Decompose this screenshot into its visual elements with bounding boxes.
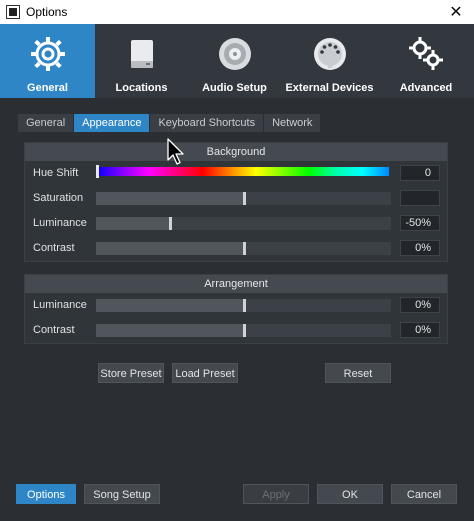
background-panel: Background Hue Shift 0 Saturation Lumina… <box>24 142 448 262</box>
nav-external-devices-label: External Devices <box>285 82 374 94</box>
gear-icon <box>28 34 68 74</box>
saturation-value[interactable] <box>400 190 440 206</box>
midi-port-icon <box>310 34 350 74</box>
store-preset-button[interactable]: Store Preset <box>98 363 164 383</box>
arrangement-header: Arrangement <box>25 275 447 293</box>
slider-fill <box>96 242 244 255</box>
drive-icon <box>122 34 162 74</box>
nav-locations[interactable]: Locations <box>95 24 188 98</box>
slider-thumb[interactable] <box>242 299 246 312</box>
dialog-footer: Options Song Setup Apply OK Cancel <box>0 478 474 521</box>
apply-button[interactable]: Apply <box>243 484 309 504</box>
slider-fill <box>96 324 244 337</box>
tab-general[interactable]: General <box>18 114 74 132</box>
ok-button[interactable]: OK <box>317 484 383 504</box>
saturation-row: Saturation <box>25 186 447 211</box>
saturation-label: Saturation <box>33 192 84 204</box>
arr-contrast-row: Contrast 0% <box>25 318 447 343</box>
luminance-slider[interactable] <box>96 217 391 230</box>
nav-general[interactable]: General <box>0 24 95 98</box>
song-setup-button[interactable]: Song Setup <box>84 484 160 504</box>
contrast-slider[interactable] <box>96 242 391 255</box>
nav-general-label: General <box>27 82 68 94</box>
slider-thumb[interactable] <box>242 324 246 337</box>
slider-fill <box>96 217 170 230</box>
slider-fill <box>96 192 244 205</box>
window-title: Options <box>26 5 68 19</box>
saturation-slider[interactable] <box>96 192 391 205</box>
title-bar: Options ✕ <box>0 0 474 24</box>
gears-icon <box>406 34 446 74</box>
hue-shift-value[interactable]: 0 <box>400 165 440 181</box>
tab-network[interactable]: Network <box>264 114 321 132</box>
arr-luminance-label: Luminance <box>33 299 87 311</box>
hue-shift-thumb[interactable] <box>96 165 99 178</box>
contrast-label: Contrast <box>33 242 75 254</box>
slider-fill <box>96 299 244 312</box>
subtab-bar: General Appearance Keyboard Shortcuts Ne… <box>18 114 321 132</box>
luminance-value[interactable]: -50% <box>400 215 440 231</box>
background-header: Background <box>25 143 447 161</box>
nav-advanced-label: Advanced <box>399 82 453 94</box>
mouse-pointer-icon <box>167 138 184 165</box>
arrangement-panel: Arrangement Luminance 0% Contrast 0% <box>24 274 448 344</box>
reset-button[interactable]: Reset <box>325 363 391 383</box>
contrast-row: Contrast 0% <box>25 236 447 261</box>
slider-thumb[interactable] <box>168 217 172 230</box>
close-icon[interactable]: ✕ <box>438 0 474 24</box>
arr-luminance-value[interactable]: 0% <box>400 297 440 313</box>
options-content: General Appearance Keyboard Shortcuts Ne… <box>0 98 474 478</box>
arr-luminance-row: Luminance 0% <box>25 293 447 318</box>
hue-shift-label: Hue Shift <box>33 167 79 179</box>
arr-luminance-slider[interactable] <box>96 299 391 312</box>
nav-external-devices[interactable]: External Devices <box>281 24 378 98</box>
nav-audio-setup[interactable]: Audio Setup <box>188 24 281 98</box>
app-icon <box>6 5 20 19</box>
arr-contrast-label: Contrast <box>33 324 75 336</box>
tab-appearance[interactable]: Appearance <box>74 114 150 132</box>
hue-shift-row: Hue Shift 0 <box>25 161 447 186</box>
tab-keyboard-shortcuts[interactable]: Keyboard Shortcuts <box>150 114 264 132</box>
nav-advanced[interactable]: Advanced <box>378 24 474 98</box>
hue-shift-slider[interactable] <box>96 167 389 176</box>
arr-contrast-value[interactable]: 0% <box>400 322 440 338</box>
luminance-label: Luminance <box>33 217 87 229</box>
luminance-row: Luminance -50% <box>25 211 447 236</box>
load-preset-button[interactable]: Load Preset <box>172 363 238 383</box>
cancel-button[interactable]: Cancel <box>391 484 457 504</box>
nav-audio-setup-label: Audio Setup <box>202 82 267 94</box>
contrast-value[interactable]: 0% <box>400 240 440 256</box>
slider-thumb[interactable] <box>242 242 246 255</box>
arr-contrast-slider[interactable] <box>96 324 391 337</box>
options-button[interactable]: Options <box>16 484 76 504</box>
slider-thumb[interactable] <box>242 192 246 205</box>
top-nav: General Locations Audio Setup External D… <box>0 24 474 98</box>
speaker-icon <box>215 34 255 74</box>
nav-locations-label: Locations <box>115 82 168 94</box>
